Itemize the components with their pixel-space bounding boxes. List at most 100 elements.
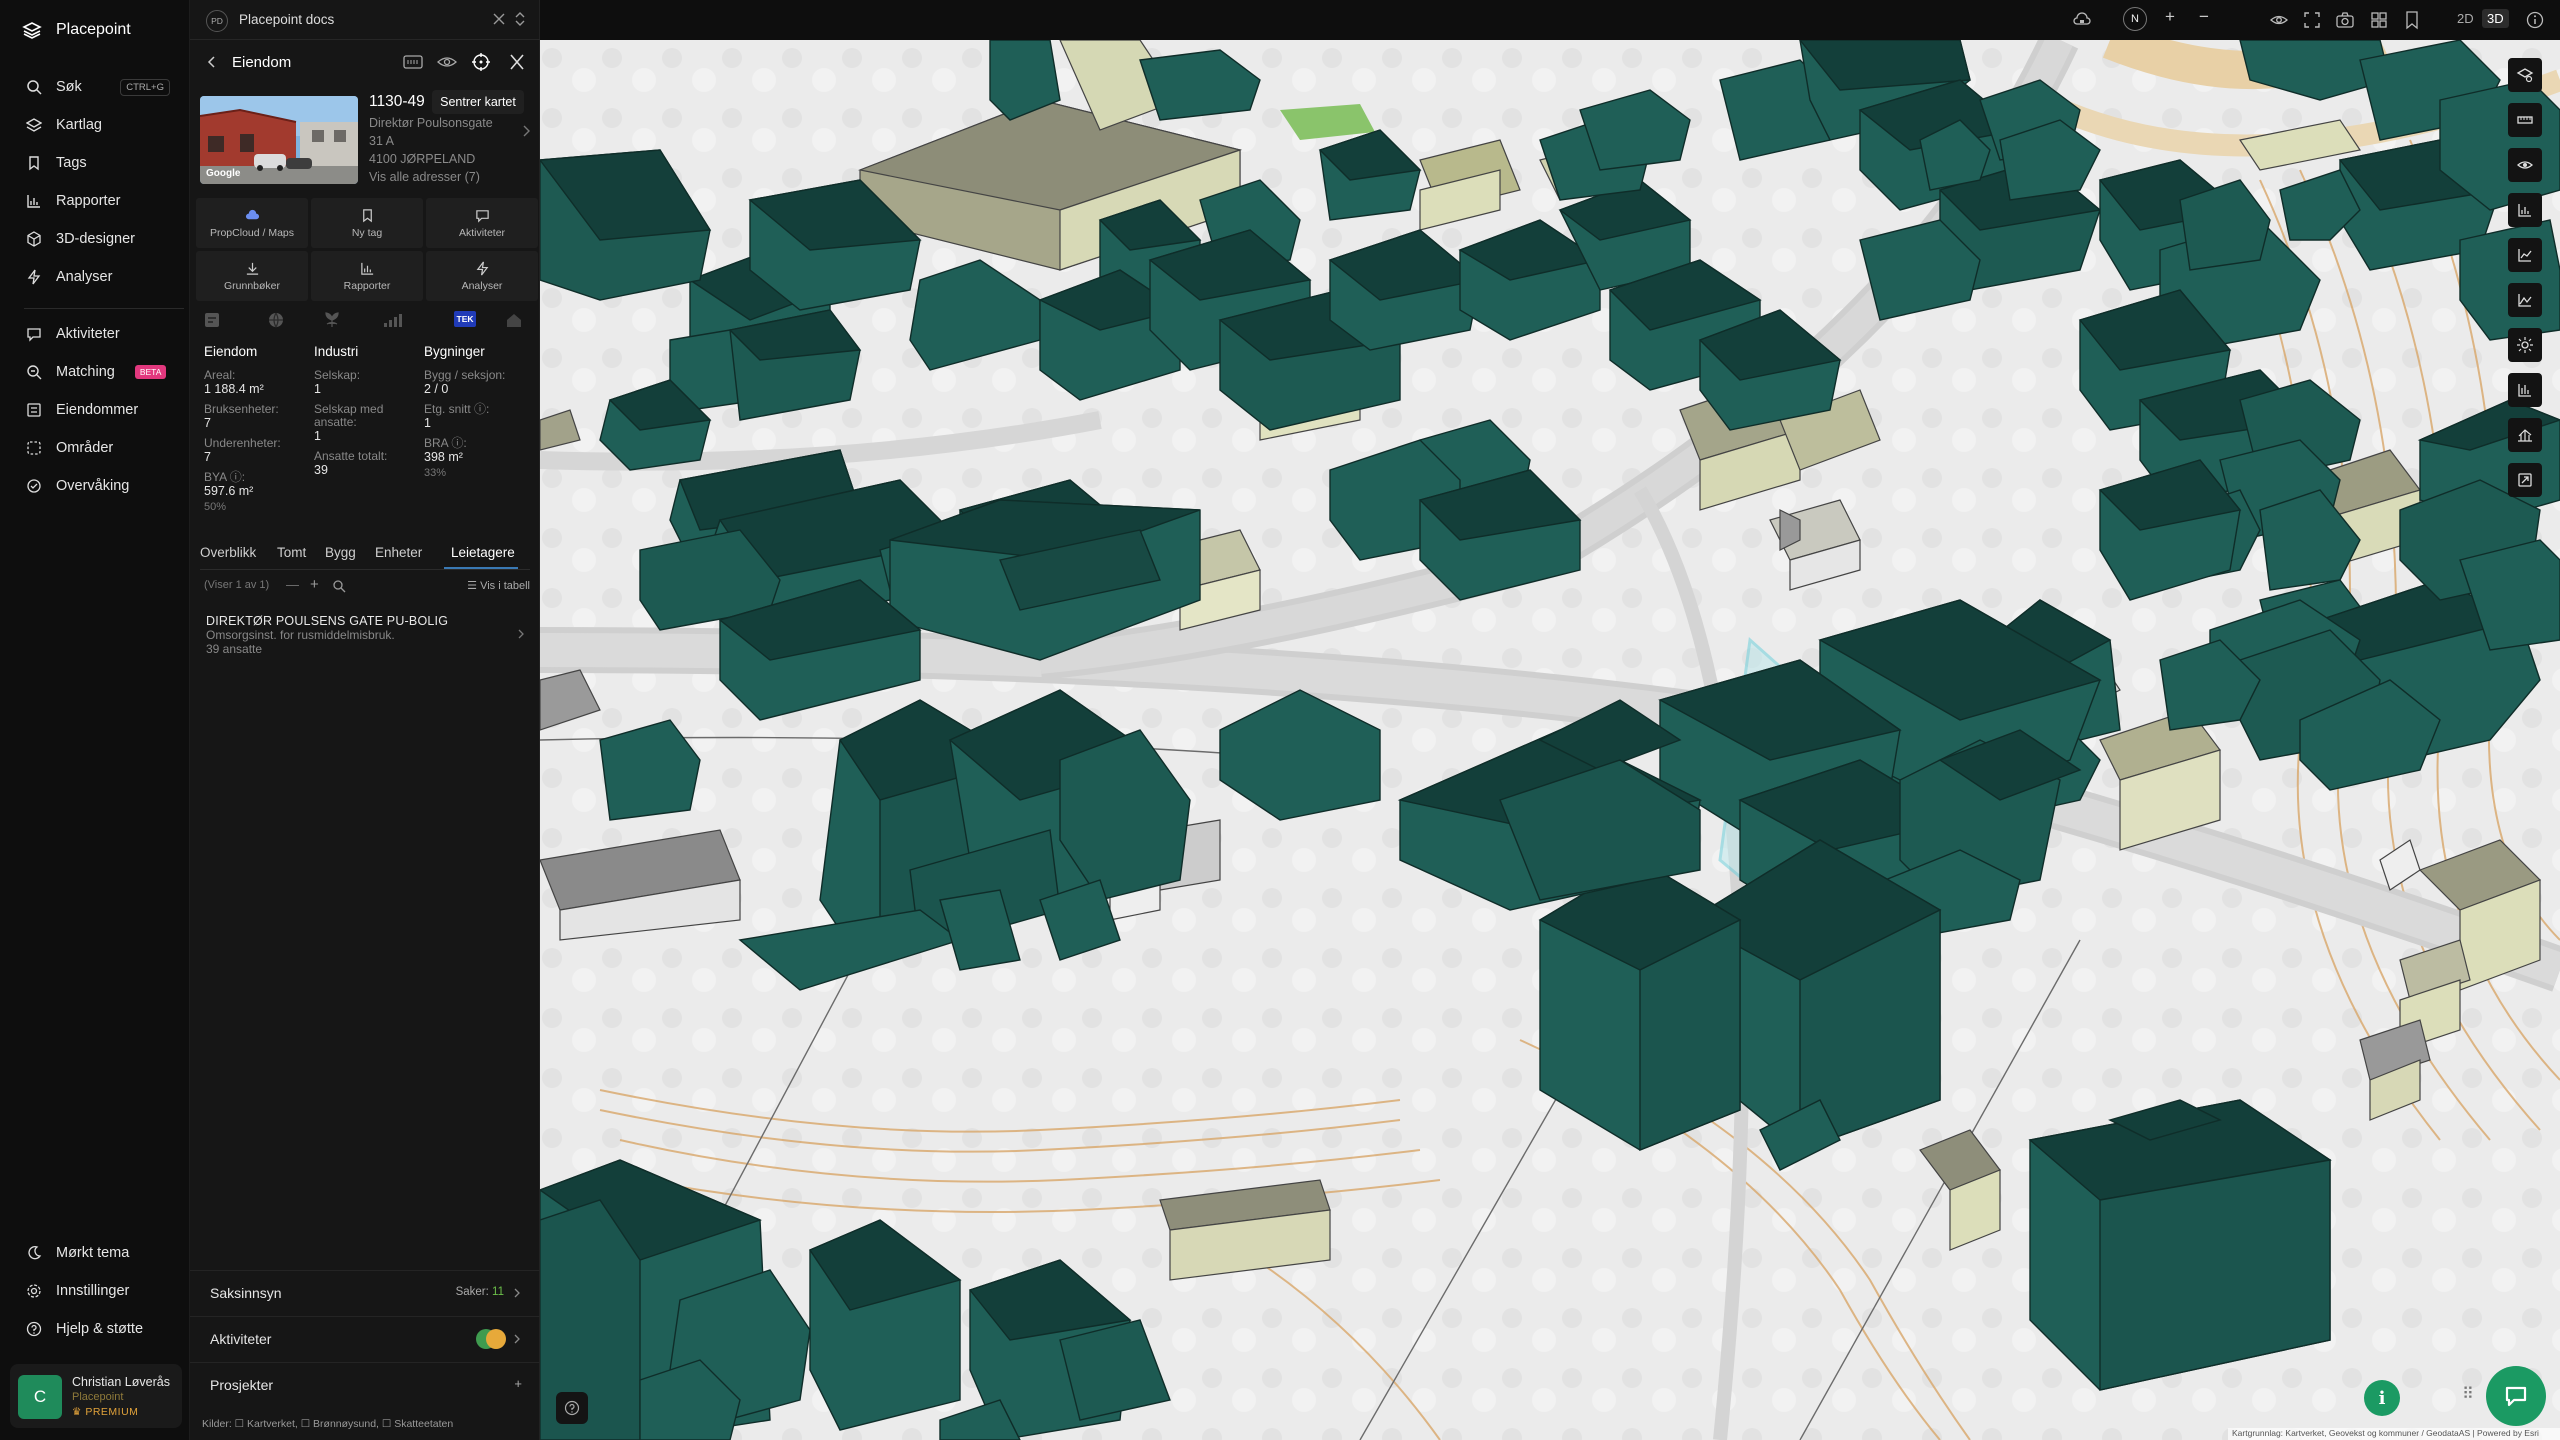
property-tabs: Overblikk Tomt Bygg Enheter Leietagere [200,540,530,570]
selskap-ansatte-label: Selskap med ansatte: [314,402,384,429]
eye-icon[interactable] [2269,10,2289,30]
nav-item-analyser[interactable]: Analyser [0,258,190,296]
tool-sun[interactable] [2508,328,2542,362]
search-icon[interactable] [332,579,346,593]
nav-item-settings[interactable]: Innstillinger [0,1272,190,1310]
tenant-list-item[interactable]: DIREKTØR POULSENS GATE PU-BOLIG Omsorgsi… [206,614,526,656]
chevron-updown-icon[interactable] [513,10,527,28]
center-map-icon[interactable] [470,52,492,72]
workspace-bar: PD Placepoint docs [190,0,540,40]
tab-tomt[interactable]: Tomt [277,545,306,560]
mode-2d-toggle[interactable]: 2D [2452,9,2479,28]
close-panel-icon[interactable] [506,52,528,72]
action-grunnboker[interactable]: Grunnbøker [196,251,308,301]
nav-item-3d-designer[interactable]: 3D-designer [0,220,190,258]
eye-icon[interactable] [436,52,458,72]
action-reports[interactable]: Rapporter [311,251,423,301]
zoom-in-icon[interactable]: + [2160,5,2180,29]
tab-enheter[interactable]: Enheter [375,545,422,560]
chat-fab[interactable] [2486,1366,2546,1426]
close-icon[interactable] [490,10,508,28]
brand[interactable]: Placepoint [22,20,131,40]
chevron-right-icon[interactable] [520,124,532,138]
nav-item-matching[interactable]: Matching BETA [0,353,190,391]
workspace-logo: PD [206,10,228,32]
info-icon[interactable] [2525,10,2545,30]
action-analyses[interactable]: Analyser [426,251,538,301]
show-all-addresses-link[interactable]: Vis alle adresser (7) [369,170,480,184]
building-chart-icon [2518,384,2531,397]
nav-item-aktiviteter[interactable]: Aktiviteter [0,315,190,353]
tool-export[interactable] [2508,463,2542,497]
column-heading: Bygninger [424,344,485,359]
map-scene[interactable] [540,40,2560,1440]
nav-item-overvaking[interactable]: Overvåking [0,467,190,505]
saksinnsyn-row[interactable]: Saksinnsyn Saker: 11 [190,1270,540,1314]
id-card-icon[interactable] [402,52,424,72]
tool-terrain[interactable] [2508,418,2542,452]
prosjekter-row[interactable]: Prosjekter + [190,1362,540,1406]
nav-label: Overvåking [56,478,130,494]
minus-icon[interactable]: — [286,577,299,592]
map-toolbar: N + − 2D 3D [540,0,2560,40]
panel-header: Eiendom [190,40,540,86]
tab-leietagere[interactable]: Leietagere [451,545,515,560]
nav-item-sok[interactable]: Søk CTRL+G [0,68,190,106]
placepoint-logo-icon [22,22,42,39]
aktiviteter-row[interactable]: Aktiviteter [190,1316,540,1360]
nav-item-dark-theme[interactable]: Mørkt tema [0,1234,190,1272]
action-activities[interactable]: Aktiviteter [426,198,538,248]
user-profile[interactable]: C Christian Løverås Placepoint ♛ PREMIUM [10,1364,182,1428]
drag-handle-icon[interactable]: ⠿ [2462,1384,2474,1404]
bruksenheter-value: 7 [204,416,211,430]
street-view-photo[interactable]: Google [200,96,358,184]
bra-label: BRA ⓘ: [424,436,467,450]
mode-3d-toggle[interactable]: 3D [2482,9,2509,28]
tool-chart[interactable] [2508,193,2542,227]
show-in-table-button[interactable]: ☰ Vis i tabell [467,579,530,592]
compass-north[interactable]: N [2123,7,2147,31]
3d-map-view[interactable] [540,40,2560,1440]
tab-overblikk[interactable]: Overblikk [200,545,256,560]
tool-measure[interactable] [2508,103,2542,137]
bookmark-icon[interactable] [2402,10,2422,30]
zoom-out-icon[interactable]: − [2194,5,2214,29]
action-propcloud[interactable]: PropCloud / Maps [196,198,308,248]
action-new-tag[interactable]: Ny tag [311,198,423,248]
saker-label: Saker: 11 [456,1286,504,1298]
source-plant-icon[interactable] [322,310,342,330]
nav-item-help[interactable]: Hjelp & støtte [0,1310,190,1348]
map-help-button[interactable] [556,1392,588,1424]
nav-item-kartlag[interactable]: Kartlag [0,106,190,144]
source-globe-icon[interactable] [266,310,286,330]
tab-bygg[interactable]: Bygg [325,545,356,560]
info-fab[interactable]: i [2364,1380,2400,1416]
nav-item-rapporter[interactable]: Rapporter [0,182,190,220]
nav-item-tags[interactable]: Tags [0,144,190,182]
match-search-icon [27,365,42,380]
source-document-icon[interactable] [202,310,222,330]
tool-line-chart[interactable] [2508,238,2542,272]
tek-source-badge[interactable]: TEK [454,311,476,327]
add-project-button[interactable]: + [514,1376,522,1391]
source-house-icon[interactable] [504,310,524,330]
tool-profile[interactable] [2508,283,2542,317]
back-chevron-icon[interactable] [204,54,220,70]
tool-layers-search[interactable] [2508,58,2542,92]
workspace-name[interactable]: Placepoint docs [239,12,334,27]
tool-building-height[interactable] [2508,373,2542,407]
main-navigation: Placepoint Søk CTRL+G Kartlag Tags Rappo… [0,0,190,1440]
tool-view-analysis[interactable] [2508,148,2542,182]
camera-icon[interactable] [2335,10,2355,30]
grid-icon[interactable] [2369,10,2389,30]
fullscreen-icon[interactable] [2302,10,2322,30]
nav-item-eiendommer[interactable]: Eiendommer [0,391,190,429]
help-icon [564,1400,580,1416]
source-signal-icon[interactable] [382,310,402,330]
bookmark-icon [29,156,39,171]
nav-item-omrader[interactable]: Områder [0,429,190,467]
layers-search-icon [2516,68,2534,83]
selskap-ansatte-value: 1 [314,429,321,443]
plus-icon[interactable]: + [310,576,319,593]
cloud-lock-icon[interactable] [2072,10,2092,30]
